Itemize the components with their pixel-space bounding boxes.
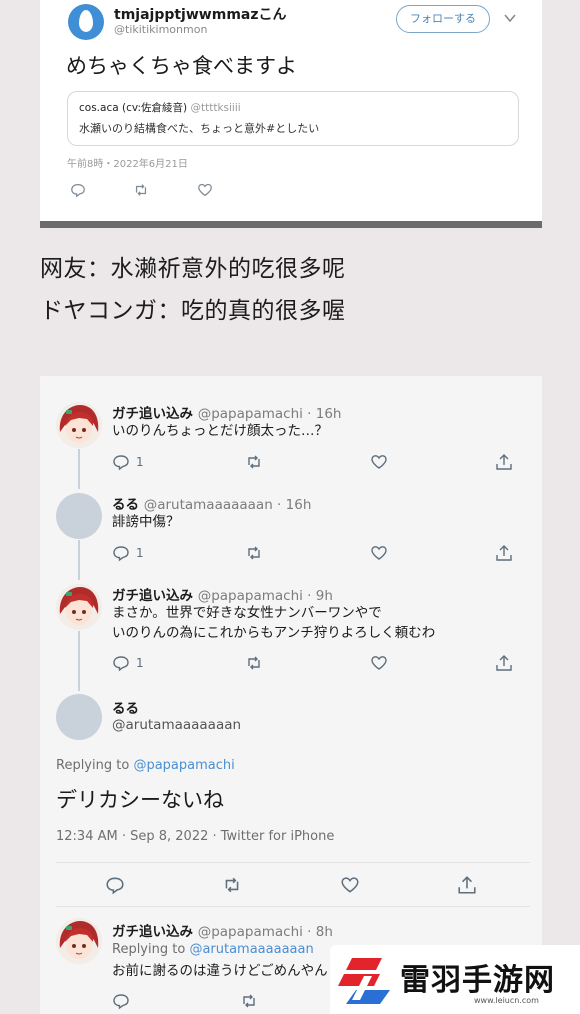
share-icon[interactable]	[495, 544, 513, 562]
retweet-icon[interactable]	[245, 453, 263, 471]
like-icon[interactable]	[197, 182, 213, 198]
share-icon[interactable]	[457, 875, 477, 895]
share-icon[interactable]	[495, 654, 513, 672]
main-tweet-author-handle[interactable]: @arutamaaaaaaan	[112, 717, 241, 733]
follow-button[interactable]: フォローする	[396, 5, 490, 33]
tweet-author-name[interactable]: ガチ追い込み	[112, 588, 193, 604]
divider	[56, 906, 530, 907]
avatar[interactable]	[68, 4, 104, 40]
main-tweet-author-name[interactable]: るる	[112, 697, 139, 717]
tweet-author-handle[interactable]: @tikitikimonmon	[114, 23, 207, 36]
tweet-text-line: いのりんの為にこれからもアンチ狩りよろしく頼むわ	[112, 625, 436, 641]
reply-icon[interactable]	[70, 182, 86, 198]
tweet-text: 誹謗中傷？	[112, 514, 180, 530]
caption-line-1: 网友：水濑祈意外的吃很多呢	[40, 256, 346, 282]
avatar[interactable]	[56, 918, 102, 964]
tweet-text: いのりんちょっとだけ顔太った…？	[112, 423, 328, 439]
reply-icon[interactable]	[112, 544, 130, 562]
tweet-author-name[interactable]: ガチ追い込み	[112, 924, 193, 940]
thread-line	[78, 631, 80, 691]
retweet-icon[interactable]	[245, 544, 263, 562]
tweet-text-line: まさか。世界で好きな女性ナンバーワンやで	[112, 605, 382, 621]
tweet-author-meta: @papapamachi · 9h	[197, 588, 333, 604]
retweet-icon[interactable]	[222, 875, 242, 895]
anime-girl-avatar-icon	[56, 584, 102, 630]
like-icon[interactable]	[370, 453, 388, 471]
replying-to-link[interactable]: @papapamachi	[133, 758, 234, 773]
reply-count: 1	[136, 455, 144, 469]
reply-icon[interactable]	[112, 992, 130, 1010]
tweet-text: めちゃくちゃ食べますよ	[66, 54, 297, 78]
quoted-author: cos.aca (cv:佐倉綾音) @ttttksiiii	[79, 100, 241, 115]
reply-count: 1	[136, 656, 144, 670]
replying-to: Replying to @papapamachi	[56, 758, 235, 773]
reply-icon[interactable]	[112, 453, 130, 471]
retweet-icon[interactable]	[133, 182, 149, 198]
anime-girl-avatar-icon	[56, 402, 102, 448]
tweet-author-meta: @arutamaaaaaaan · 16h	[143, 497, 312, 513]
tweet-author-name[interactable]: るる	[112, 497, 139, 513]
tweet-author-name[interactable]: ガチ追い込み	[112, 406, 193, 422]
thread-line	[78, 540, 80, 580]
replying-to-prefix: Replying to	[112, 942, 186, 957]
main-tweet-text: デリカシーないね	[56, 788, 224, 812]
quoted-author-handle: @ttttksiiii	[190, 102, 241, 114]
replying-to-link[interactable]: @arutamaaaaaaan	[189, 942, 313, 957]
anime-girl-avatar-icon	[56, 918, 102, 964]
avatar[interactable]	[56, 694, 102, 740]
like-icon[interactable]	[370, 654, 388, 672]
divider	[56, 862, 530, 863]
watermark-url: www.leiucn.com	[474, 996, 539, 1005]
reply-icon[interactable]	[105, 875, 125, 895]
retweet-icon[interactable]	[245, 654, 263, 672]
tweet-author[interactable]: ガチ追い込み @papapamachi · 9h	[112, 584, 333, 604]
tweet-thread-card	[40, 376, 542, 1014]
share-icon[interactable]	[495, 453, 513, 471]
tweet-author-meta: @papapamachi · 8h	[197, 924, 333, 940]
tweet-author[interactable]: ガチ追い込み @papapamachi · 16h	[112, 402, 342, 422]
tweet-text: お前に謝るのは違うけどごめんやん	[112, 963, 328, 979]
watermark-logo-icon	[338, 958, 390, 1004]
tweet-author[interactable]: ガチ追い込み @papapamachi · 8h	[112, 920, 333, 940]
caption-line-2: ドヤコンガ：吃的真的很多喔	[40, 298, 346, 324]
replying-to-prefix: Replying to	[56, 758, 130, 773]
avatar[interactable]	[56, 493, 102, 539]
like-icon[interactable]	[340, 875, 360, 895]
reply-icon[interactable]	[112, 654, 130, 672]
main-tweet-timestamp[interactable]: 12:34 AM · Sep 8, 2022 · Twitter for iPh…	[56, 829, 334, 844]
retweet-icon[interactable]	[240, 992, 258, 1010]
tweet-timestamp[interactable]: 午前8時・2022年6月21日	[67, 155, 188, 170]
card-bottom-bar	[40, 221, 542, 228]
chevron-down-icon[interactable]	[503, 11, 517, 25]
reply-count: 1	[136, 546, 144, 560]
avatar[interactable]	[56, 584, 102, 630]
thread-line	[78, 449, 80, 489]
tweet-author-name[interactable]: tmjajpptjwwmmazこん	[114, 4, 287, 24]
watermark-title: 雷羽手游网	[400, 963, 555, 998]
quoted-tweet-text: 水瀬いのり結構食べた、ちょっと意外#としたい	[79, 122, 320, 135]
replying-to: Replying to @arutamaaaaaaan	[112, 942, 314, 957]
tweet-author[interactable]: るる @arutamaaaaaaan · 16h	[112, 493, 311, 513]
tweet-author-meta: @papapamachi · 16h	[197, 406, 342, 422]
like-icon[interactable]	[370, 544, 388, 562]
avatar[interactable]	[56, 402, 102, 448]
quoted-author-name: cos.aca (cv:佐倉綾音)	[79, 102, 188, 114]
